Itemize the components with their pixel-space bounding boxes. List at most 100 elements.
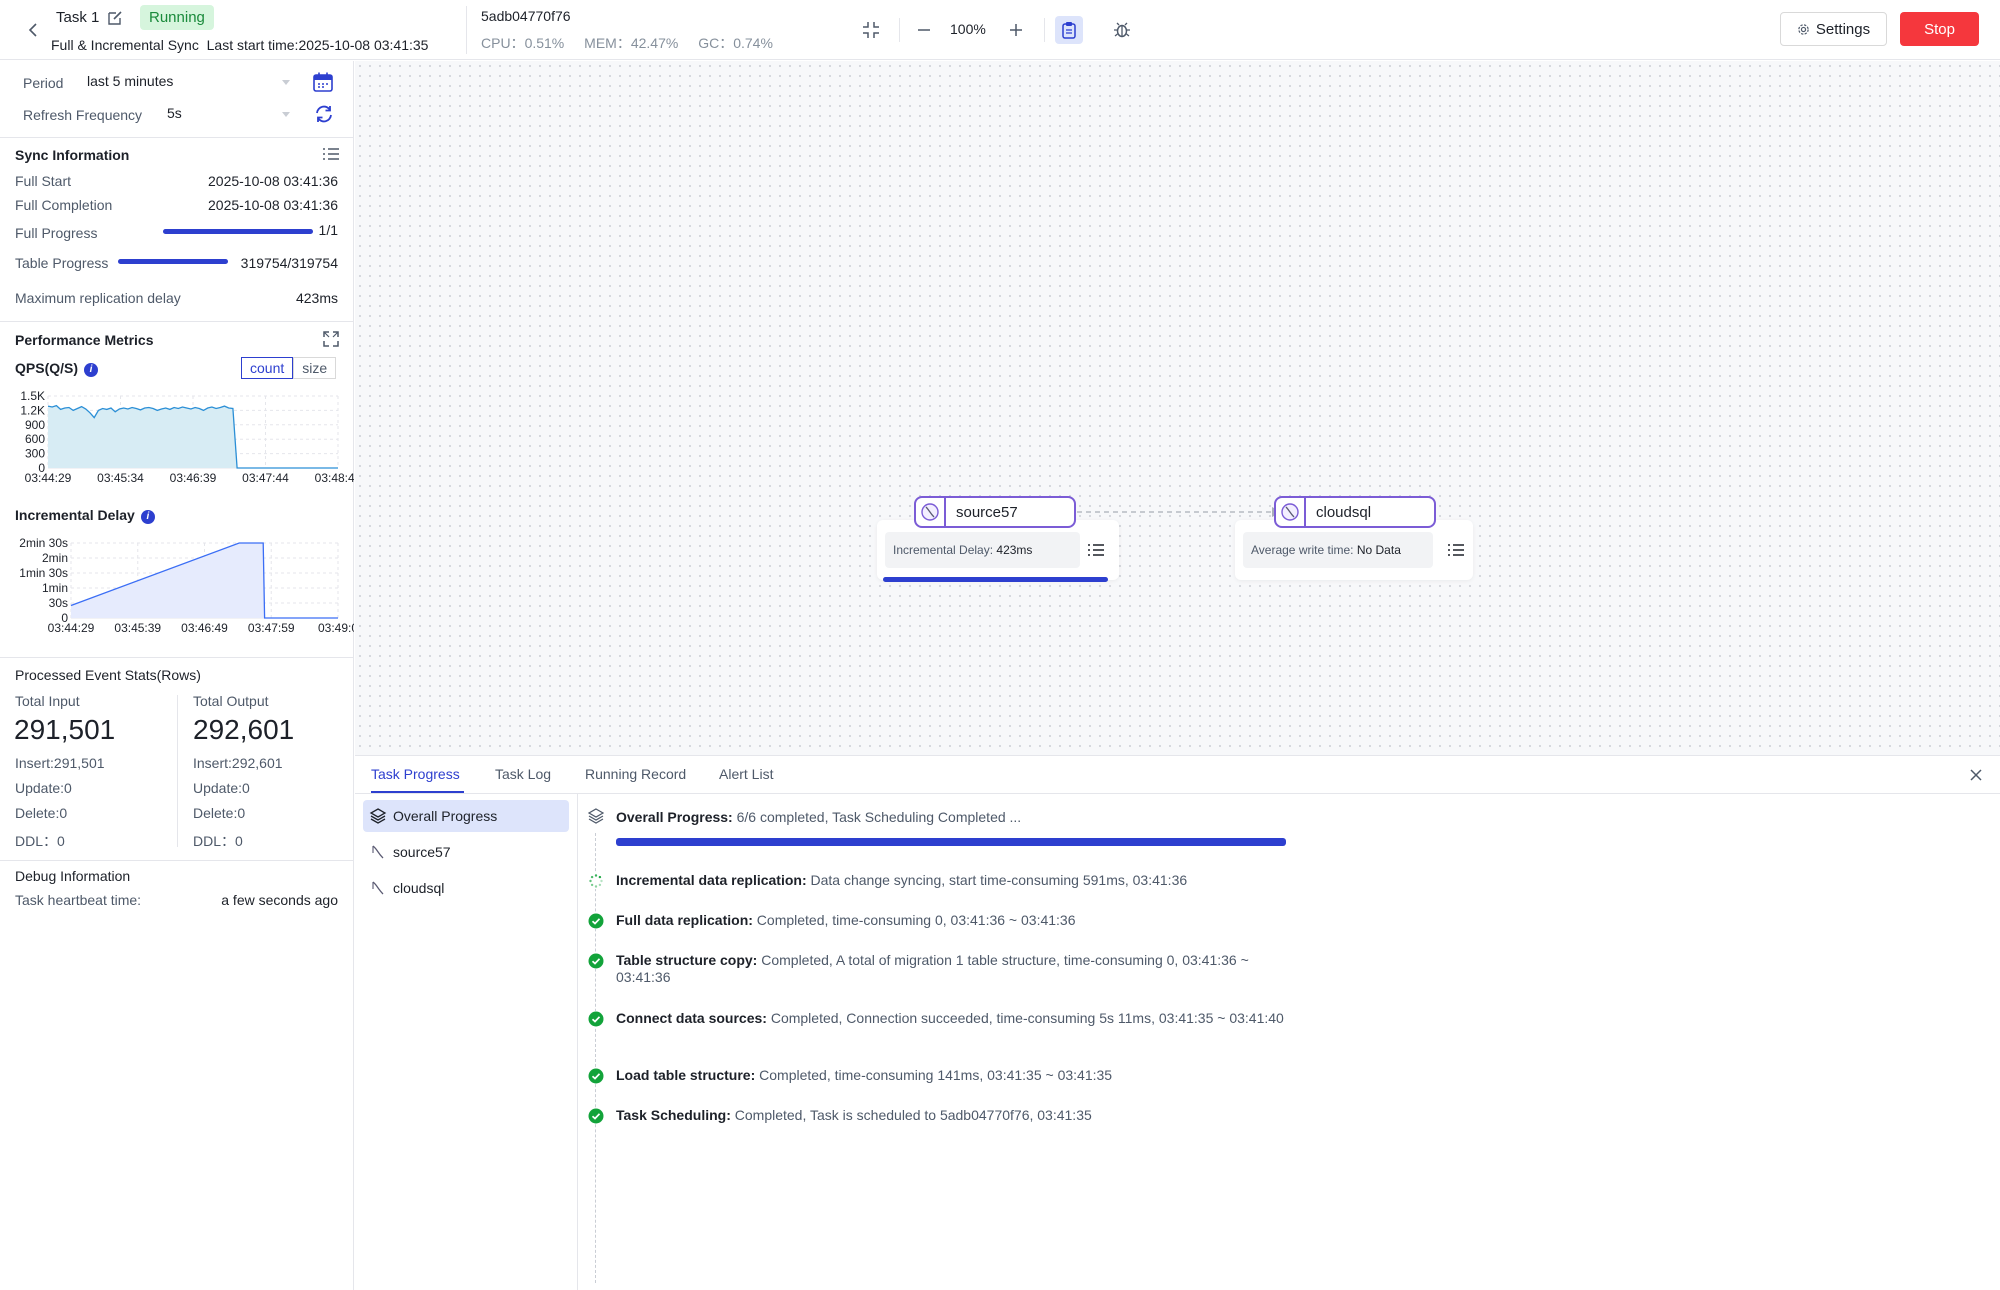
step-detail: Completed, Connection succeeded, time-co… [766,1010,1284,1026]
monitor-sidebar: Period last 5 minutes Refresh Frequency … [0,61,354,1290]
target-metric-value: No Data [1356,543,1401,557]
tab-running-record[interactable]: Running Record [585,766,686,782]
sync-type-label: Full & Incremental Sync [51,37,199,53]
task-panel-toggle[interactable] [1055,16,1083,44]
chevron-left-icon [28,23,37,37]
progress-nav: Overall Progress source57 cloudsql [355,794,578,1290]
close-panel-button[interactable] [1966,765,1986,785]
nav-overall-label: Overall Progress [393,808,498,824]
target-node[interactable]: cloudsql [1274,496,1436,528]
progress-step: Table structure copy: Completed, A total… [616,952,1286,986]
overall-progress-fill [616,838,1286,846]
last-start-time: 2025-10-08 03:41:35 [298,37,429,53]
dag-canvas[interactable]: Incremental Delay: 423ms source57 Averag… [355,61,2000,755]
qps-title: QPS(Q/S) i [15,360,99,377]
step-title: Full data replication: [616,912,753,928]
check-circle-icon [588,1108,604,1124]
back-button[interactable] [22,19,44,41]
sync-info-list-button[interactable] [322,146,340,162]
nav-cloudsql[interactable]: cloudsql [363,872,569,904]
max-delay-label: Maximum replication delay [15,290,181,306]
loading-icon [589,874,603,888]
check-circle-icon [588,1011,604,1027]
total-input-label: Total Input [15,693,80,709]
source-node-menu[interactable] [1087,542,1105,558]
table-progress-value: 319754/319754 [240,255,338,271]
fit-view-button[interactable] [857,16,885,44]
active-tab-indicator [371,791,464,793]
tab-task-log[interactable]: Task Log [495,766,551,782]
size-toggle[interactable]: size [293,357,337,379]
nav-overall-progress[interactable]: Overall Progress [363,800,569,832]
full-progress-label: Full Progress [15,225,98,241]
tab-alert-list[interactable]: Alert List [719,766,773,782]
y-tick-label: 1min 30s [19,566,68,580]
status-badge: Running [140,5,214,30]
mem-value: 42.47% [630,35,679,51]
settings-label: Settings [1815,20,1871,38]
divider [0,137,353,138]
compress-icon [863,22,879,38]
edit-icon [108,11,122,25]
ddl-input: DDL：0 [15,833,65,849]
heartbeat-label: Task heartbeat time: [15,892,142,908]
database-icon [921,503,939,521]
qps-chart: 1.5K1.2K900600300003:44:29 03:45:34 03:46:… [20,389,354,485]
refresh-button[interactable] [313,103,335,125]
database-icon [372,881,384,895]
insert-output: Insert:292,601 [193,755,283,771]
date-picker-button[interactable] [312,71,334,93]
full-completion-value: 2025-10-08 03:41:36 [208,197,338,213]
cpu-value: 0.51% [524,35,565,51]
tab-task-progress[interactable]: Task Progress [371,766,460,782]
source-metric: Incremental Delay: 423ms [885,532,1080,568]
step-title: Task Scheduling: [616,1107,731,1123]
step-detail: Completed, time-consuming 141ms, 03:41:3… [755,1067,1113,1083]
gc-label: GC： [698,35,734,51]
period-label: Period [23,75,64,91]
sync-meta: Full & Incremental Sync Last start time:… [51,37,428,53]
header-divider [466,6,467,54]
x-tick-label: 03:45:39 [114,621,161,635]
source-node[interactable]: source57 [914,496,1076,528]
check-circle-icon [588,953,604,969]
target-node-menu[interactable] [1447,542,1465,558]
x-tick-label: 03:44:29 [25,471,72,485]
source-metric-value: 423ms [996,543,1033,557]
stop-button[interactable]: Stop [1900,12,1979,46]
update-input: Update:0 [15,780,72,796]
nav-source57[interactable]: source57 [363,836,569,868]
step-title: Load table structure: [616,1067,756,1083]
progress-step: Load table structure: Completed, time-co… [616,1067,1286,1084]
progress-step: Full data replication: Completed, time-c… [616,912,1286,929]
full-completion-label: Full Completion [15,197,113,213]
debug-button[interactable] [1108,16,1136,44]
zoom-in-button[interactable] [1002,16,1030,44]
y-tick-label: 1min [42,581,68,595]
update-output: Update:0 [193,780,250,796]
qps-label: QPS(Q/S) [15,360,79,376]
mem-label: MEM： [584,35,631,51]
node-icon-wrap [1276,498,1306,526]
progress-steps: Overall Progress: 6/6 completed, Task Sc… [578,794,2000,1290]
refresh-select[interactable]: 5s [167,105,290,127]
overall-progress-text: 6/6 completed, Task Scheduling Completed… [732,809,1022,825]
overall-progress-summary: Overall Progress: 6/6 completed, Task Sc… [616,809,1021,825]
loading-icon [588,873,604,889]
count-toggle[interactable]: count [241,357,294,379]
zoom-out-button[interactable] [910,16,938,44]
y-tick-label: 300 [25,447,45,461]
info-icon[interactable]: i [84,363,99,377]
refresh-label: Refresh Frequency [23,107,143,123]
sync-info-title: Sync Information [15,147,130,163]
step-detail: Completed, Task is scheduled to 5adb0477… [730,1107,1092,1123]
period-select[interactable]: last 5 minutes [87,73,290,95]
settings-button[interactable]: Settings [1780,12,1887,46]
plus-icon [1010,24,1022,36]
info-icon[interactable]: i [140,510,155,524]
edit-name-button[interactable] [106,9,124,27]
full-progress-fill [163,229,313,234]
divider [0,860,353,861]
expand-metrics-button[interactable] [322,330,340,348]
x-tick-label: 03:47:44 [242,471,289,485]
